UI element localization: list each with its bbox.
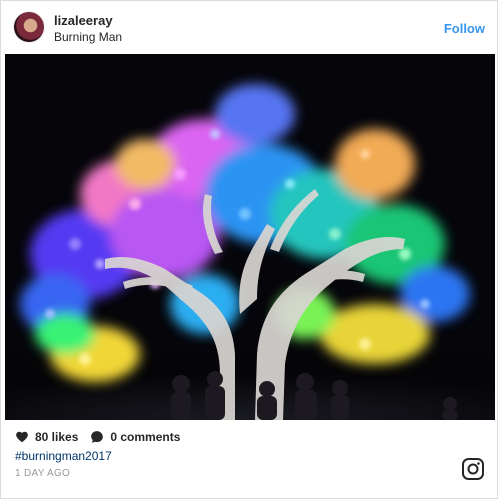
post-photo[interactable] <box>5 54 495 420</box>
post-header: lizaleeray Burning Man Follow <box>1 1 497 54</box>
hashtag-link[interactable]: #burningman2017 <box>15 449 112 463</box>
username[interactable]: lizaleeray <box>54 13 113 28</box>
instagram-icon[interactable] <box>461 457 485 481</box>
heart-icon[interactable] <box>15 430 29 444</box>
likes-count: 80 likes <box>35 430 79 444</box>
glowing-tree-image <box>5 54 495 420</box>
location-link[interactable]: Burning Man <box>54 30 122 44</box>
instagram-embed-card: lizaleeray Burning Man Follow 80 likes 0… <box>0 0 498 499</box>
post-timestamp[interactable]: 1 DAY AGO <box>15 468 70 479</box>
engagement-row: 80 likes 0 comments <box>15 429 180 445</box>
follow-button[interactable]: Follow <box>444 21 485 36</box>
avatar[interactable] <box>14 12 44 42</box>
comments-count: 0 comments <box>110 430 181 444</box>
comments-group[interactable]: 0 comments <box>90 430 180 444</box>
comment-bubble-icon[interactable] <box>90 430 104 444</box>
likes-group[interactable]: 80 likes <box>15 430 78 444</box>
